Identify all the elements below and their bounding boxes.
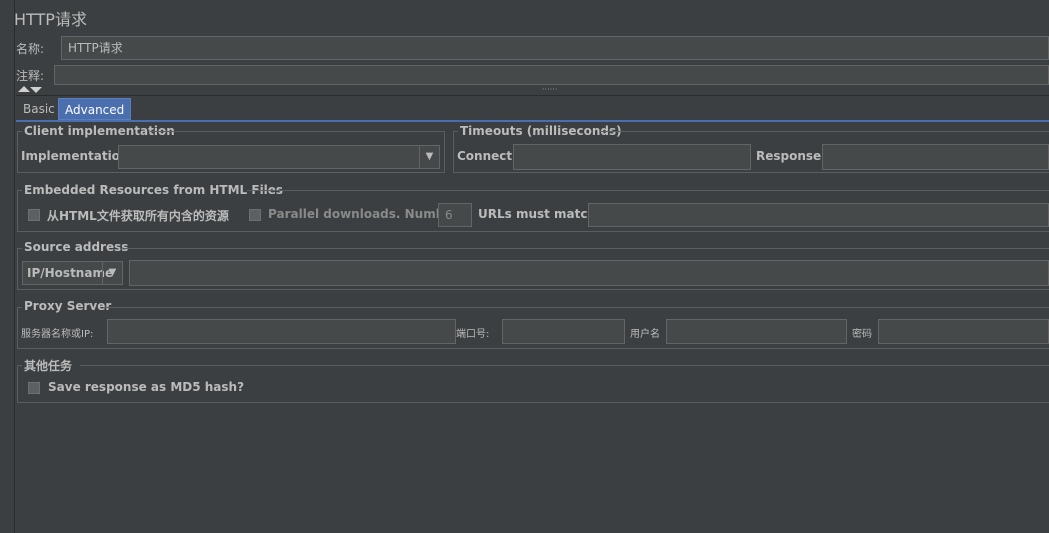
- proxy-username-input[interactable]: [666, 319, 847, 344]
- proxy-port-label: 端口号:: [456, 329, 490, 340]
- implementation-value: [119, 150, 125, 164]
- proxy-server-input[interactable]: [107, 319, 456, 344]
- proxy-password-label: 密码: [852, 329, 872, 340]
- splitter-bar[interactable]: ······: [16, 85, 1049, 96]
- md5-hash-label: Save response as MD5 hash?: [48, 380, 245, 394]
- source-type-select[interactable]: IP/Hostname ▼: [22, 261, 123, 285]
- splitter-grip-icon[interactable]: ······: [542, 85, 557, 94]
- response-input[interactable]: [822, 144, 1049, 170]
- retrieve-resources-label: 从HTML文件获取所有内含的资源: [47, 209, 229, 223]
- connect-label: Connect:: [457, 149, 517, 163]
- name-label: 名称:: [16, 42, 45, 56]
- tab-advanced[interactable]: Advanced: [58, 98, 132, 120]
- comment-input[interactable]: [54, 65, 1049, 85]
- source-address-input[interactable]: [129, 260, 1049, 286]
- urls-match-input[interactable]: [588, 203, 1049, 227]
- tab-basic[interactable]: Basic: [17, 98, 61, 120]
- tab-underline: [16, 120, 1049, 122]
- proxy-username-label: 用户名: [630, 329, 660, 340]
- implementation-label: Implementation:: [21, 149, 134, 163]
- response-label: Response:: [756, 149, 826, 163]
- md5-hash-checkbox[interactable]: [28, 382, 40, 394]
- proxy-port-input[interactable]: [502, 319, 625, 344]
- parallel-downloads-checkbox[interactable]: [249, 209, 261, 221]
- chevron-down-icon[interactable]: ▼: [419, 146, 439, 168]
- retrieve-resources-checkbox[interactable]: [28, 209, 40, 221]
- connect-input[interactable]: [513, 144, 751, 170]
- urls-match-label: URLs must match:: [478, 207, 601, 221]
- left-edge: [0, 0, 15, 533]
- comment-label: 注释:: [16, 69, 45, 83]
- page-title: HTTP请求: [14, 10, 87, 29]
- proxy-server-label: 服务器名称或IP:: [21, 329, 94, 340]
- source-type-value: IP/Hostname: [27, 266, 114, 280]
- parallel-downloads-label: Parallel downloads. Number:: [268, 207, 464, 221]
- proxy-password-input[interactable]: [878, 319, 1049, 344]
- parallel-number-input[interactable]: 6: [438, 203, 472, 227]
- implementation-select[interactable]: ▼: [118, 145, 440, 169]
- name-input[interactable]: HTTP请求: [61, 36, 1049, 60]
- chevron-down-icon[interactable]: ▼: [102, 262, 122, 284]
- collapse-arrows-icon[interactable]: [16, 85, 44, 95]
